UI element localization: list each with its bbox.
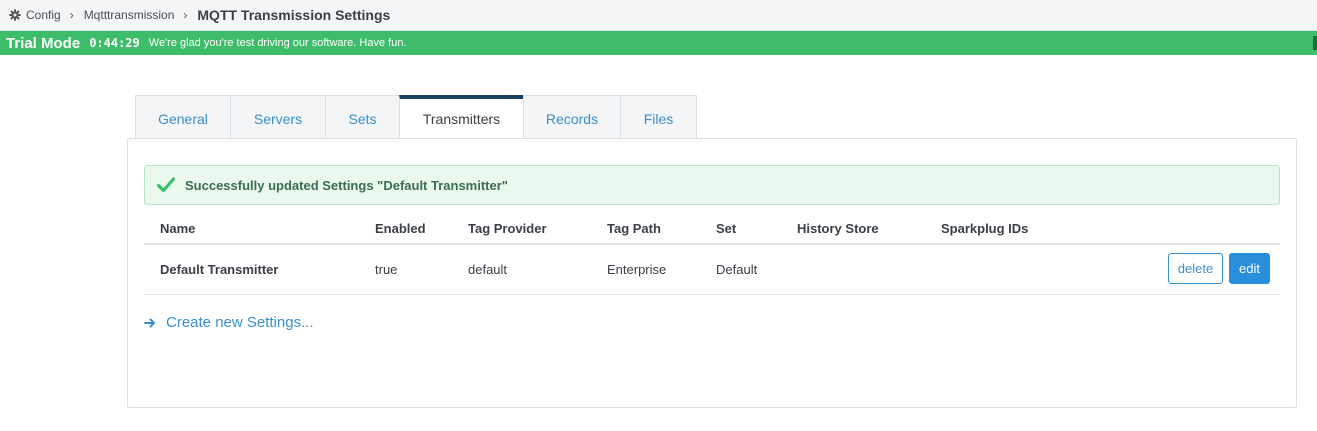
breadcrumb-item-config[interactable]: Config [9, 8, 61, 22]
tab-sets[interactable]: Sets [325, 95, 399, 139]
trial-message: We're glad you're test driving our softw… [148, 37, 407, 49]
column-header-tag-path: Tag Path [607, 221, 661, 236]
cell-tag-path: Enterprise [607, 262, 667, 277]
breadcrumb-label-mqtttransmission: Mqtttransmission [83, 8, 175, 22]
tab-files[interactable]: Files [620, 95, 697, 139]
tab-general[interactable]: General [135, 95, 230, 139]
tab-servers[interactable]: Servers [230, 95, 325, 139]
gear-icon [9, 9, 21, 21]
chevron-right-icon: › [69, 8, 74, 22]
trial-timer: 0:44:29 [89, 36, 140, 50]
success-alert: Successfully updated Settings "Default T… [144, 165, 1280, 205]
delete-button[interactable]: delete [1168, 253, 1223, 284]
breadcrumb-item-mqtttransmission[interactable]: Mqtttransmission [84, 8, 175, 22]
column-header-name: Name [160, 221, 196, 236]
tab-transmitters[interactable]: Transmitters [399, 95, 523, 139]
column-header-tag-provider: Tag Provider [468, 221, 547, 236]
column-header-sparkplug-ids: Sparkplug IDs [941, 221, 1029, 236]
cell-tag-provider: default [468, 262, 508, 277]
cell-set: Default [716, 262, 758, 277]
tab-records[interactable]: Records [523, 95, 620, 139]
arrow-right-icon [144, 317, 156, 329]
trial-title: Trial Mode [6, 34, 81, 52]
cell-enabled: true [375, 262, 398, 277]
chevron-right-icon: › [183, 8, 188, 22]
trial-banner: Trial Mode 0:44:29 We're glad you're tes… [0, 31, 1317, 55]
column-header-history-store: History Store [797, 221, 879, 236]
column-header-enabled: Enabled [375, 221, 426, 236]
create-new-settings-link[interactable]: Create new Settings... [144, 314, 314, 331]
create-new-settings-label: Create new Settings... [166, 314, 314, 331]
table-row: Default Transmitter true default Enterpr… [144, 245, 1280, 295]
check-icon [157, 177, 175, 193]
edit-button[interactable]: edit [1229, 253, 1270, 284]
tab-bar: General Servers Sets Transmitters Record… [135, 95, 697, 139]
trial-banner-edge [1313, 36, 1317, 50]
transmitters-table: Name Enabled Tag Provider Tag Path Set H… [144, 212, 1280, 295]
page-title: MQTT Transmission Settings [197, 7, 391, 23]
alert-message: Successfully updated Settings "Default T… [185, 177, 508, 193]
breadcrumb-label-config: Config [26, 8, 61, 22]
table-header: Name Enabled Tag Provider Tag Path Set H… [144, 212, 1280, 245]
cell-name: Default Transmitter [160, 262, 279, 277]
breadcrumb: Config › Mqtttransmission › MQTT Transmi… [0, 0, 1317, 31]
column-header-set: Set [716, 221, 737, 236]
